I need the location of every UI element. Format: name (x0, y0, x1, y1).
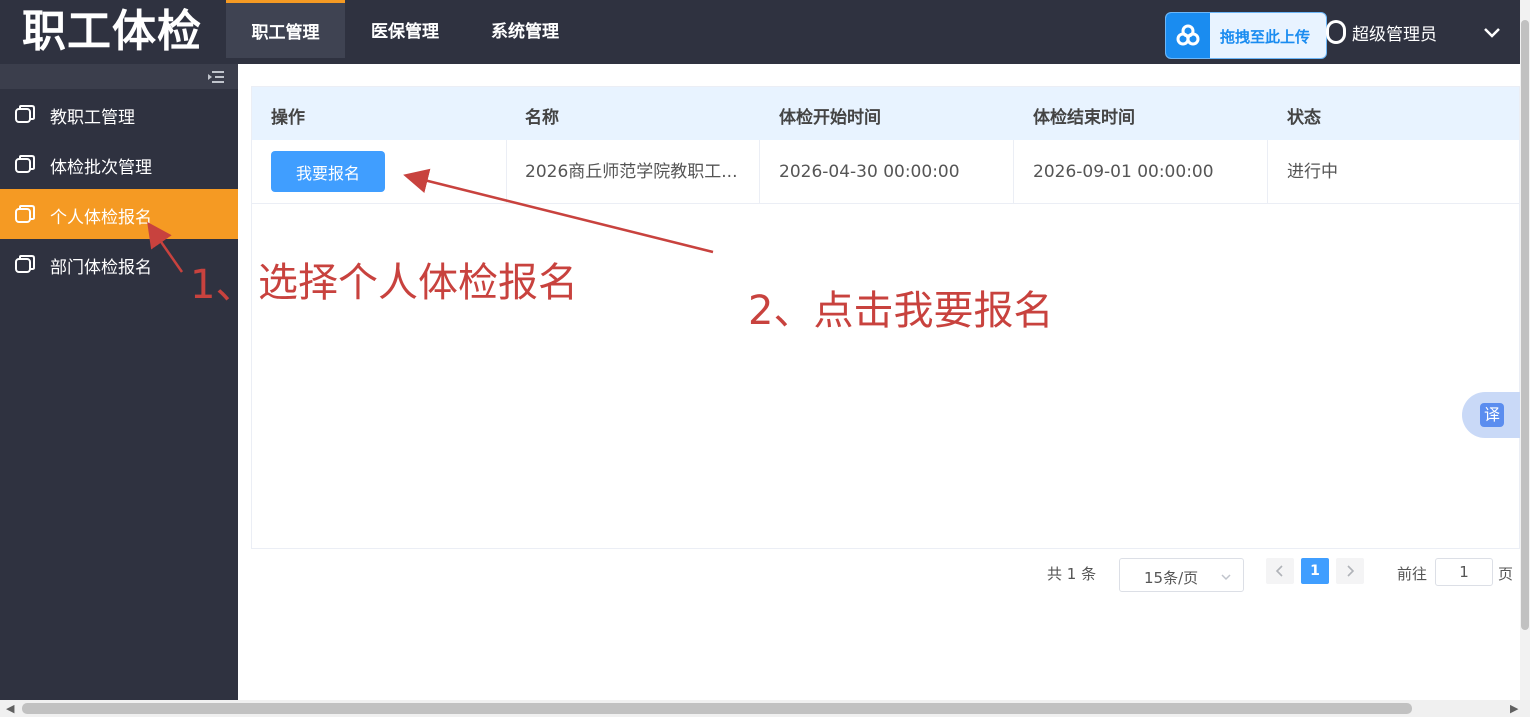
chevron-down-icon (1219, 569, 1233, 583)
horizontal-scrollbar[interactable]: ◀ ▶ (0, 700, 1530, 717)
window-icon (14, 254, 36, 274)
signup-button[interactable]: 我要报名 (271, 151, 385, 192)
translate-float-button[interactable]: 译 (1462, 392, 1520, 438)
page-number-current[interactable]: 1 (1301, 558, 1329, 584)
goto-page-input[interactable] (1435, 558, 1493, 586)
window-icon (14, 154, 36, 174)
goto-suffix: 页 (1498, 565, 1514, 583)
window-icon (14, 104, 36, 124)
scroll-right-arrow-icon[interactable]: ▶ (1510, 702, 1518, 715)
column-header-status: 状态 (1287, 108, 1321, 128)
column-header-end: 体检结束时间 (1033, 108, 1135, 128)
tab-system-management[interactable]: 系统管理 (470, 0, 580, 58)
column-header-start: 体检开始时间 (779, 108, 881, 128)
sidebar: 教职工管理 体检批次管理 个人体检报名 部门体检报名 (0, 64, 238, 700)
sidebar-collapse-bar (0, 64, 238, 89)
cell-start-time: 2026-04-30 00:00:00 (779, 162, 960, 182)
pagination-total: 共 1 条 (1047, 565, 1097, 583)
horizontal-scrollbar-thumb[interactable] (22, 703, 1412, 714)
column-header-name: 名称 (525, 108, 559, 128)
cloud-upload-icon (1166, 13, 1210, 58)
user-name[interactable]: 超级管理员 (1352, 20, 1437, 45)
user-icon[interactable] (1323, 18, 1349, 46)
next-page-button[interactable] (1336, 558, 1364, 584)
column-divider (1267, 140, 1268, 204)
column-divider (759, 140, 760, 204)
collapse-menu-icon[interactable] (206, 69, 226, 85)
column-divider (506, 140, 507, 204)
sidebar-item-label: 部门体检报名 (50, 258, 152, 278)
sidebar-item-staff[interactable]: 教职工管理 (0, 89, 238, 139)
app-title: 职工体检 (22, 6, 202, 57)
upload-drop-zone[interactable]: 拖拽至此上传 (1165, 12, 1327, 59)
page-size-value: 15条/页 (1144, 569, 1199, 587)
chevron-down-icon[interactable] (1480, 20, 1504, 44)
tab-insurance-management[interactable]: 医保管理 (350, 0, 460, 58)
cell-status: 进行中 (1287, 162, 1338, 182)
annotation-step1-number: 1、 (190, 262, 256, 308)
prev-page-button[interactable] (1266, 558, 1294, 584)
top-bar: 职工体检 职工管理 医保管理 系统管理 拖拽至此上传 超级管理员 (0, 0, 1520, 64)
table-header: 操作 名称 体检开始时间 体检结束时间 状态 (252, 87, 1519, 140)
table-row: 我要报名 2026商丘师范学院教职工... 2026-04-30 00:00:0… (252, 140, 1519, 204)
sidebar-item-label: 体检批次管理 (50, 158, 152, 178)
upload-label: 拖拽至此上传 (1220, 28, 1311, 46)
tab-staff-management[interactable]: 职工管理 (226, 0, 345, 58)
vertical-scrollbar-thumb[interactable] (1521, 20, 1529, 630)
cell-name: 2026商丘师范学院教职工... (525, 162, 738, 182)
vertical-scrollbar[interactable] (1520, 0, 1530, 700)
sidebar-item-label: 个人体检报名 (50, 208, 152, 228)
window-icon (14, 204, 36, 224)
goto-label: 前往 (1397, 565, 1428, 583)
sidebar-item-label: 教职工管理 (50, 108, 135, 128)
column-divider (1013, 140, 1014, 204)
scroll-left-arrow-icon[interactable]: ◀ (6, 702, 14, 715)
column-header-action: 操作 (271, 108, 305, 128)
translate-icon: 译 (1480, 403, 1504, 427)
cell-end-time: 2026-09-01 00:00:00 (1033, 162, 1214, 182)
sidebar-item-batch[interactable]: 体检批次管理 (0, 139, 238, 189)
annotation-step1-text: 选择个人体检报名 (258, 260, 578, 306)
sidebar-item-personal-signup[interactable]: 个人体检报名 (0, 189, 238, 239)
annotation-step2-text: 2、点击我要报名 (748, 288, 1054, 334)
page-size-select[interactable]: 15条/页 (1119, 558, 1244, 592)
